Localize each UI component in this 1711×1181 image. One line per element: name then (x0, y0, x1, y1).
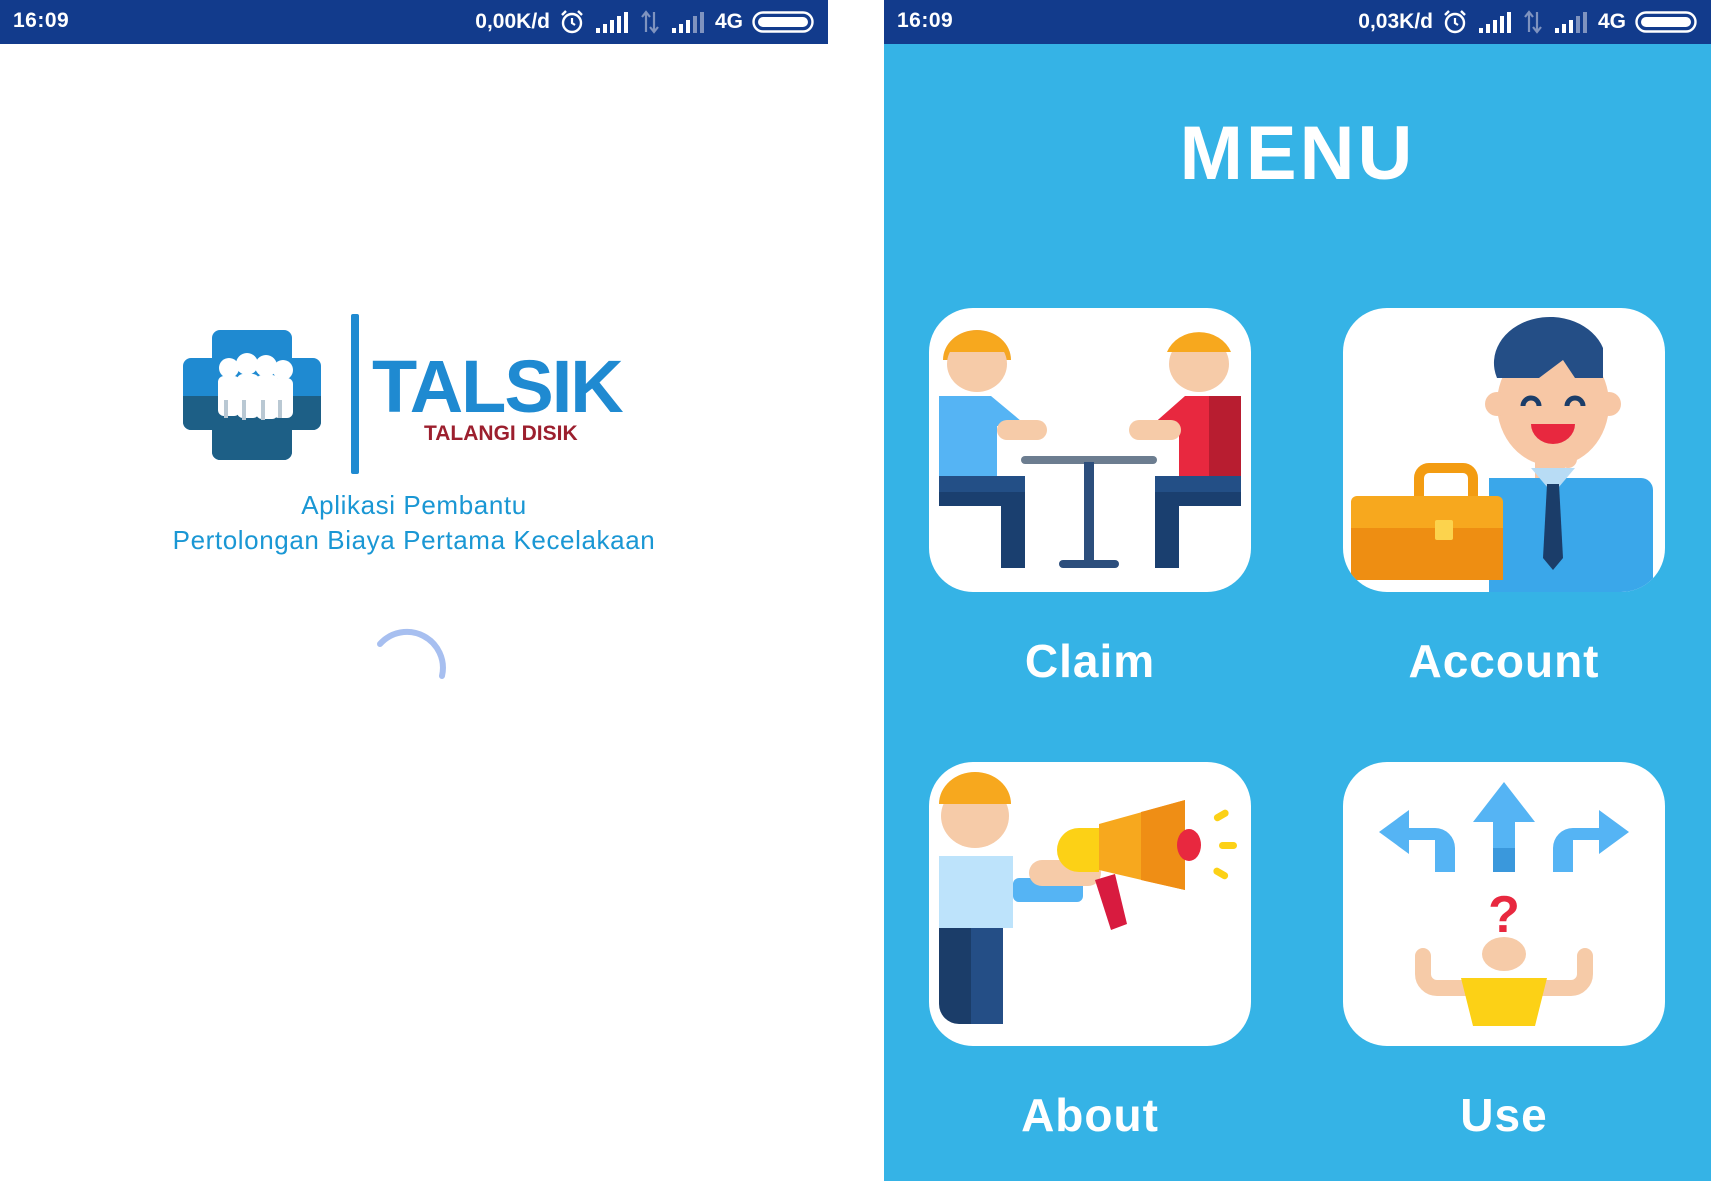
about-tile-button[interactable] (929, 762, 1251, 1046)
tagline-line-2: Pertolongan Biaya Pertama Kecelakaan (172, 525, 656, 555)
loading-spinner (377, 628, 446, 679)
svg-text:?: ? (1488, 886, 1520, 944)
account-label: Account (1408, 635, 1600, 687)
status-bar: 16:09 0,00K/d 4G (0, 0, 828, 44)
status-indicators: 0,00K/d 4G (475, 9, 814, 35)
splash-screen: 16:09 0,00K/d 4G TALSIK TALANGI DISIK Ap… (0, 0, 828, 1181)
logo-title: TALSIK (372, 345, 623, 428)
direction-question-icon: ? (1379, 782, 1629, 1026)
signal-icon (595, 12, 628, 33)
network-speed: 0,00K/d (475, 10, 550, 33)
status-indicators: 0,03K/d 4G (1358, 9, 1697, 35)
status-time: 16:09 (897, 9, 954, 32)
menu-screen: 16:09 0,03K/d 4G MENU Claim Account Abou… (884, 0, 1711, 1181)
battery-icon (1635, 11, 1697, 33)
signal-icon (1478, 12, 1511, 33)
logo-subtitle: TALANGI DISIK (424, 422, 578, 445)
businessman-briefcase-icon (1351, 316, 1653, 592)
account-tile-button[interactable] (1343, 308, 1665, 592)
menu-title: MENU (1179, 111, 1416, 196)
handshake-meeting-icon (939, 330, 1241, 568)
data-transfer-icon (1524, 10, 1542, 34)
claim-label: Claim (1024, 635, 1156, 687)
data-transfer-icon (641, 10, 659, 34)
megaphone-announcement-icon (939, 772, 1237, 1024)
network-type: 4G (1597, 10, 1626, 33)
alarm-icon (1444, 10, 1466, 34)
use-tile-button[interactable]: ? (1343, 762, 1665, 1046)
status-bar: 16:09 0,03K/d 4G (884, 0, 1711, 44)
signal-weak-icon (671, 12, 704, 33)
status-time: 16:09 (13, 9, 70, 32)
use-label: Use (1460, 1089, 1548, 1141)
alarm-icon (561, 10, 583, 34)
tagline-line-1: Aplikasi Pembantu (301, 490, 527, 520)
about-label: About (1021, 1089, 1159, 1141)
talsik-logo: TALSIK TALANGI DISIK (183, 314, 625, 474)
network-speed: 0,03K/d (1358, 10, 1433, 33)
signal-weak-icon (1554, 12, 1587, 33)
claim-tile-button[interactable] (929, 308, 1251, 592)
battery-icon (752, 11, 814, 33)
network-type: 4G (714, 10, 743, 33)
